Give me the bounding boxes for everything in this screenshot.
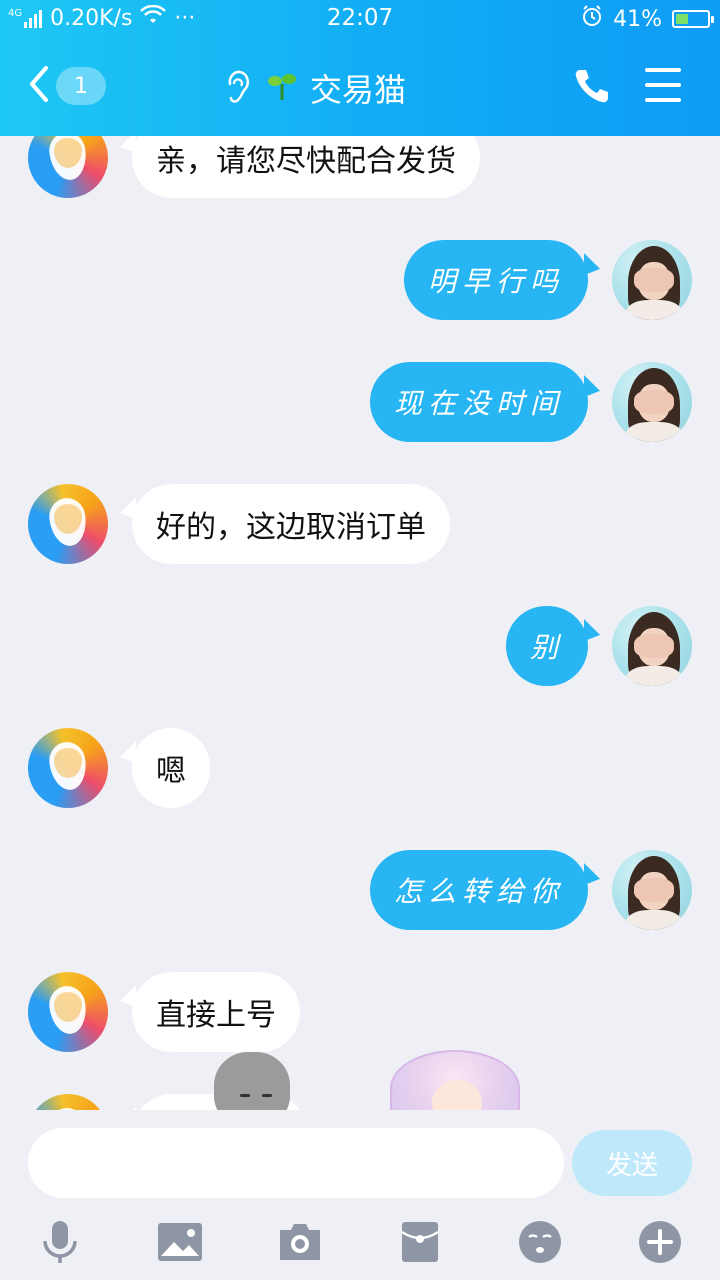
message-outgoing: 现在没时间 xyxy=(0,360,720,444)
message-bubble[interactable]: 好的，这边取消订单 xyxy=(132,484,450,564)
user-avatar[interactable] xyxy=(612,240,692,320)
alarm-icon xyxy=(581,5,603,33)
chevron-left-icon xyxy=(28,64,50,108)
image-icon xyxy=(157,1222,203,1266)
chat-area[interactable]: 亲，请您尽快配合发货 明早行吗 现在没时间 好的，这边取消订单 别 嗯 怎么转给… xyxy=(0,136,720,1110)
back-button[interactable]: 1 xyxy=(28,64,118,108)
sprout-icon xyxy=(266,70,298,106)
message-bubble[interactable]: 亲，请您尽快配合发货 xyxy=(132,136,480,198)
more-button[interactable] xyxy=(636,1220,684,1268)
unread-badge: 1 xyxy=(56,67,106,105)
menu-button[interactable] xyxy=(645,68,681,102)
user-avatar[interactable] xyxy=(612,606,692,686)
message-outgoing: 怎么转给你 xyxy=(0,848,720,932)
bot-avatar[interactable] xyxy=(28,136,108,198)
menu-line xyxy=(645,68,681,72)
message-incoming: 好的，这边取消订单 xyxy=(0,482,720,566)
emoji-button[interactable] xyxy=(516,1220,564,1268)
chat-title: 交易猫 xyxy=(310,71,407,109)
bot-avatar[interactable] xyxy=(28,484,108,564)
bot-avatar[interactable] xyxy=(28,1094,108,1110)
send-button[interactable]: 发送 xyxy=(572,1130,692,1196)
camera-button[interactable] xyxy=(276,1220,324,1268)
message-outgoing: 别 xyxy=(0,604,720,688)
battery-icon xyxy=(672,10,714,28)
bot-avatar[interactable] xyxy=(28,728,108,808)
message-incoming: 直接上号 xyxy=(0,970,720,1054)
status-bar: 4G 0.20K/s ··· 22:07 41% xyxy=(0,0,720,36)
microphone-icon xyxy=(40,1219,80,1269)
ear-icon[interactable] xyxy=(220,66,254,110)
phone-icon xyxy=(572,70,612,110)
red-packet-icon xyxy=(400,1220,440,1268)
message-bubble[interactable]: 明早行吗 xyxy=(404,240,589,320)
message-bubble[interactable]: 别 xyxy=(506,606,589,686)
phone-call-button[interactable] xyxy=(572,66,612,106)
message-outgoing: 明早行吗 xyxy=(0,238,720,322)
battery-percent: 41% xyxy=(613,6,662,32)
input-area: 发送 xyxy=(0,1110,720,1280)
message-bubble[interactable]: 现在没时间 xyxy=(370,362,589,442)
input-toolbar xyxy=(0,1216,720,1276)
menu-line xyxy=(645,83,681,87)
message-input[interactable] xyxy=(28,1128,564,1198)
status-right: 41% xyxy=(581,5,714,33)
message-bubble[interactable]: 直接上号 xyxy=(132,972,300,1052)
message-incoming: 亲，请您尽快配合发货 xyxy=(0,136,720,200)
plus-icon xyxy=(638,1220,682,1268)
menu-line xyxy=(645,98,681,102)
emoji-icon xyxy=(518,1220,562,1268)
message-bubble[interactable]: 嗯 xyxy=(132,728,210,808)
photo-button[interactable] xyxy=(156,1220,204,1268)
voice-button[interactable] xyxy=(36,1220,84,1268)
nav-bar: 1 交易猫 xyxy=(0,36,720,136)
camera-icon xyxy=(277,1222,323,1266)
user-avatar[interactable] xyxy=(612,362,692,442)
message-bubble[interactable]: 怎么转给你 xyxy=(370,850,589,930)
red-packet-button[interactable] xyxy=(396,1220,444,1268)
message-incoming: 嗯 xyxy=(0,726,720,810)
chat-header: 4G 0.20K/s ··· 22:07 41% 1 交易猫 xyxy=(0,0,720,136)
bot-avatar[interactable] xyxy=(28,972,108,1052)
user-avatar[interactable] xyxy=(612,850,692,930)
title-group: 交易猫 xyxy=(220,64,406,112)
